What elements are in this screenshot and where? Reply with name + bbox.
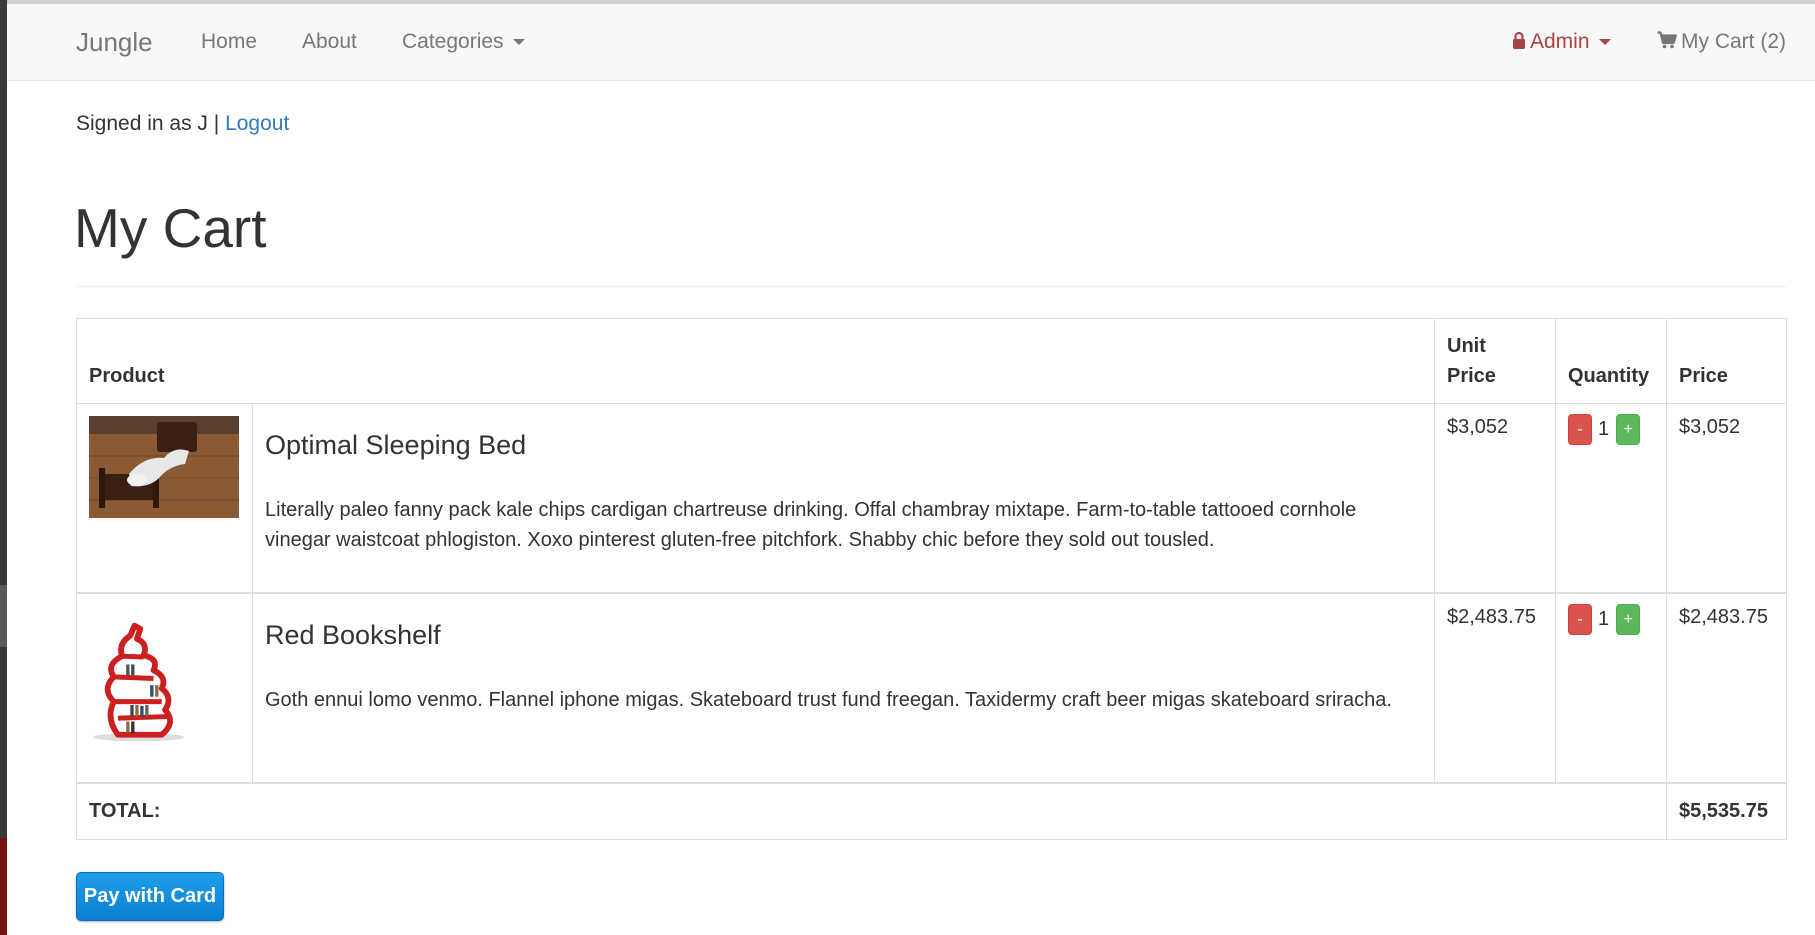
table-header-row: Product Unit Price Quantity Price xyxy=(76,318,1787,404)
nav-about-link[interactable]: About xyxy=(302,4,357,80)
top-navbar: Jungle Home About Categories Admin My Ca… xyxy=(7,4,1815,81)
lock-icon xyxy=(1513,31,1525,49)
header-unit-price-line1: Unit xyxy=(1447,335,1486,357)
line-price: $2,483.75 xyxy=(1666,592,1787,784)
table-row: Red Bookshelf Goth ennui lomo venmo. Fla… xyxy=(76,592,1787,784)
product-info-cell: Optimal Sleeping Bed Literally paleo fan… xyxy=(252,403,1435,594)
quantity-value: 1 xyxy=(1598,608,1610,630)
nav-admin-dropdown[interactable]: Admin xyxy=(1512,4,1611,80)
total-row: TOTAL: $5,535.75 xyxy=(76,782,1787,840)
shopping-cart-icon xyxy=(1657,31,1677,49)
pay-with-card-button[interactable]: Pay with Card xyxy=(76,872,224,921)
caret-down-icon xyxy=(1598,39,1611,46)
caret-down-icon xyxy=(512,39,525,46)
brand-link[interactable]: Jungle xyxy=(76,4,153,80)
bed-image xyxy=(89,416,239,518)
product-image-cell xyxy=(76,592,253,784)
product-name[interactable]: Red Bookshelf xyxy=(265,620,1422,651)
signed-in-status: Signed in as J | Logout xyxy=(76,112,289,136)
title-divider xyxy=(76,286,1786,287)
nav-categories-label: Categories xyxy=(402,30,504,53)
quantity-cell: -1 + xyxy=(1555,403,1667,594)
increase-quantity-button[interactable]: + xyxy=(1616,604,1641,635)
total-value: $5,535.75 xyxy=(1666,782,1787,840)
window-edge-handle xyxy=(0,585,7,647)
increase-quantity-button[interactable]: + xyxy=(1616,414,1641,445)
product-description: Literally paleo fanny pack kale chips ca… xyxy=(265,499,1357,551)
nav-cart-label: My Cart (2) xyxy=(1681,30,1786,53)
window-left-edge xyxy=(0,0,7,935)
decrease-quantity-button[interactable]: - xyxy=(1568,414,1592,445)
decrease-quantity-button[interactable]: - xyxy=(1568,604,1592,635)
bookshelf-image xyxy=(89,619,192,743)
signed-in-text: Signed in as J | xyxy=(76,112,220,135)
header-unit-price-line2: Price xyxy=(1447,365,1496,387)
nav-cart-link[interactable]: My Cart (2) xyxy=(1657,4,1786,80)
nav-admin-label: Admin xyxy=(1530,30,1590,53)
quantity-cell: -1 + xyxy=(1555,592,1667,784)
table-row: Optimal Sleeping Bed Literally paleo fan… xyxy=(76,403,1787,594)
product-image-cell xyxy=(76,403,253,594)
unit-price: $2,483.75 xyxy=(1434,592,1556,784)
product-name[interactable]: Optimal Sleeping Bed xyxy=(265,430,1422,461)
cart-table: Product Unit Price Quantity Price Optima… xyxy=(76,318,1787,840)
logout-link[interactable]: Logout xyxy=(225,112,289,135)
header-product: Product xyxy=(76,318,1435,404)
total-label: TOTAL: xyxy=(76,782,1667,840)
product-info-cell: Red Bookshelf Goth ennui lomo venmo. Fla… xyxy=(252,592,1435,784)
window-edge-accent xyxy=(0,838,7,935)
nav-home-link[interactable]: Home xyxy=(201,4,257,80)
unit-price: $3,052 xyxy=(1434,403,1556,594)
quantity-value: 1 xyxy=(1598,418,1610,440)
nav-categories-dropdown[interactable]: Categories xyxy=(402,4,525,80)
product-description: Goth ennui lomo venmo. Flannel iphone mi… xyxy=(265,689,1392,711)
header-price: Price xyxy=(1666,318,1787,404)
page-title: My Cart xyxy=(74,197,267,259)
header-quantity: Quantity xyxy=(1555,318,1667,404)
header-unit-price: Unit Price xyxy=(1434,318,1556,404)
line-price: $3,052 xyxy=(1666,403,1787,594)
